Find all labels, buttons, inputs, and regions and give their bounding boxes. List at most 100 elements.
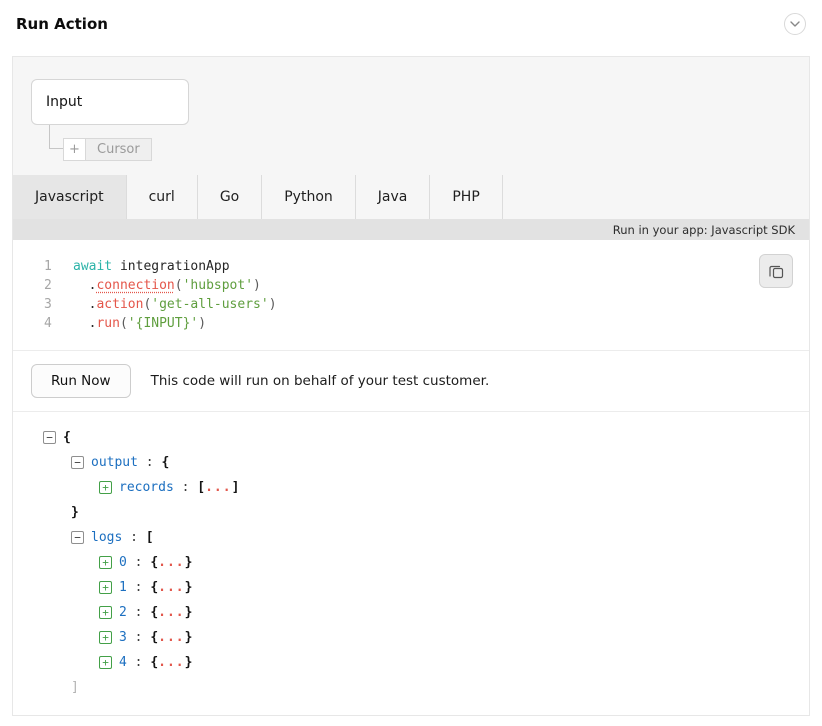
tree-segment-colon: :: [126, 630, 151, 645]
tree-segment-colon: :: [126, 555, 151, 570]
collapse-toggle-icon[interactable]: −: [71, 531, 84, 544]
collapse-section-button[interactable]: [784, 13, 806, 35]
tab-python[interactable]: Python: [262, 175, 356, 219]
tree-row: ]: [71, 675, 809, 700]
cursor-chip[interactable]: + Cursor: [63, 138, 152, 161]
tree-segment-brace: {: [63, 430, 71, 445]
tree-row: +1 : {...}: [99, 575, 809, 600]
tree-segment-dots: ...: [205, 480, 232, 495]
tree-row: }: [71, 500, 809, 525]
tree-segment-colon: :: [126, 655, 151, 670]
tree-segment-key: 1: [119, 580, 127, 595]
tree-segment-brace: }: [184, 555, 193, 570]
tree-segment-brace: }: [184, 580, 193, 595]
tree-segment-colon: :: [126, 580, 151, 595]
code-line: 4 . run('{INPUT}'): [13, 314, 809, 333]
code-token-plain: .: [73, 297, 97, 312]
tree-segment-brace: [: [197, 480, 206, 495]
tree-segment-dots: ...: [158, 630, 185, 645]
code-token-punct: (: [143, 297, 152, 312]
tree-segment-key: 3: [119, 630, 127, 645]
chevron-down-icon: [790, 21, 800, 27]
page-header: Run Action: [0, 0, 822, 43]
run-note: This code will run on behalf of your tes…: [150, 373, 490, 389]
tab-go[interactable]: Go: [198, 175, 263, 219]
tree-segment-key: records: [119, 480, 174, 495]
tree-row: − output : {: [71, 450, 809, 475]
code-line: 2 . connection('hubspot'): [13, 276, 809, 295]
tree-segment-brace: {: [150, 630, 159, 645]
code-token-method-underline: connection: [96, 278, 175, 293]
tree-segment-brace: [: [145, 530, 154, 545]
expand-toggle-icon[interactable]: +: [99, 656, 112, 669]
tab-curl[interactable]: curl: [127, 175, 198, 219]
tree-row: + records : [...]: [99, 475, 809, 500]
tree-segment-brace: }: [184, 655, 193, 670]
line-number: 1: [44, 259, 52, 274]
expand-toggle-icon[interactable]: +: [99, 481, 112, 494]
tab-javascript[interactable]: Javascript: [13, 175, 127, 219]
sdk-bar-label: Run in your app: Javascript SDK: [612, 222, 795, 237]
cursor-label: Cursor: [97, 142, 140, 157]
code-section: 1 await integrationApp 2 . connection('hubs…: [13, 240, 809, 351]
plus-icon[interactable]: +: [64, 139, 86, 160]
language-tabs: Javascript curl Go Python Java PHP: [13, 175, 809, 219]
copy-icon: [768, 265, 783, 278]
tree-segment-dots: ...: [158, 555, 185, 570]
code-token-plain: .: [73, 316, 97, 331]
code-token-punct: ): [268, 297, 277, 312]
code-token-punct: ): [253, 278, 261, 293]
input-node[interactable]: Input: [31, 79, 189, 125]
tree-segment-key: 4: [119, 655, 127, 670]
line-number: 2: [44, 278, 52, 293]
collapse-toggle-icon[interactable]: −: [71, 456, 84, 469]
tab-php[interactable]: PHP: [430, 175, 503, 219]
code-token-punct: (: [119, 316, 128, 331]
tree-segment-brace: ]: [231, 480, 240, 495]
code-token-plain: integrationApp: [119, 259, 230, 274]
code-token-string: 'get-all-users': [151, 297, 269, 312]
copy-code-button[interactable]: [759, 254, 793, 288]
tree-segment-dots: ...: [158, 655, 185, 670]
expand-toggle-icon[interactable]: +: [99, 631, 112, 644]
tree-segment-colon: :: [173, 480, 198, 495]
code-token-string: '{INPUT}': [127, 316, 199, 331]
run-action-panel: Input + Cursor Javascript curl Go Python Jav…: [12, 56, 810, 716]
page-title: Run Action: [16, 15, 108, 33]
tree-segment-colon: :: [122, 530, 146, 545]
tree-segment-colon: :: [137, 455, 162, 470]
line-number: 3: [44, 297, 52, 312]
tree-segment-colon: :: [126, 605, 151, 620]
tree-row: +2 : {...}: [99, 600, 809, 625]
tree-segment-key: logs: [91, 530, 123, 545]
expand-toggle-icon[interactable]: +: [99, 556, 112, 569]
expand-toggle-icon[interactable]: +: [99, 581, 112, 594]
tree-segment-key: 2: [119, 605, 127, 620]
tree-segment-brace: }: [184, 630, 193, 645]
tab-java[interactable]: Java: [356, 175, 431, 219]
tree-segment-brace: {: [150, 605, 159, 620]
tree-segment-key: 0: [119, 555, 127, 570]
flow-section: Input + Cursor: [13, 57, 809, 175]
tree-connector-line: [49, 125, 63, 149]
tree-segment-brace: {: [150, 655, 159, 670]
tree-segment-brace: {: [150, 580, 159, 595]
tree-row: − logs : [: [71, 525, 809, 550]
code-token-method: run: [96, 316, 120, 331]
input-node-label: Input: [46, 94, 83, 110]
code-line: 3 . action('get-all-users'): [13, 295, 809, 314]
run-now-button[interactable]: Run Now: [31, 364, 131, 398]
tree-segment-dots: ...: [158, 580, 185, 595]
code-token-punct: ): [198, 316, 207, 331]
code-token-punct: (: [174, 278, 183, 293]
collapse-toggle-icon[interactable]: −: [43, 431, 56, 444]
code-token-method: action: [96, 297, 144, 312]
code-token-string: 'hubspot': [182, 278, 254, 293]
tree-segment-brace: }: [71, 505, 79, 520]
tree-row: −{: [43, 425, 809, 450]
expand-toggle-icon[interactable]: +: [99, 606, 112, 619]
run-row: Run Now This code will run on behalf of …: [13, 351, 809, 412]
tree-segment-key: output: [91, 455, 138, 470]
sdk-bar: Run in your app: Javascript SDK: [13, 219, 809, 240]
code-line: 1 await integrationApp: [13, 257, 809, 276]
